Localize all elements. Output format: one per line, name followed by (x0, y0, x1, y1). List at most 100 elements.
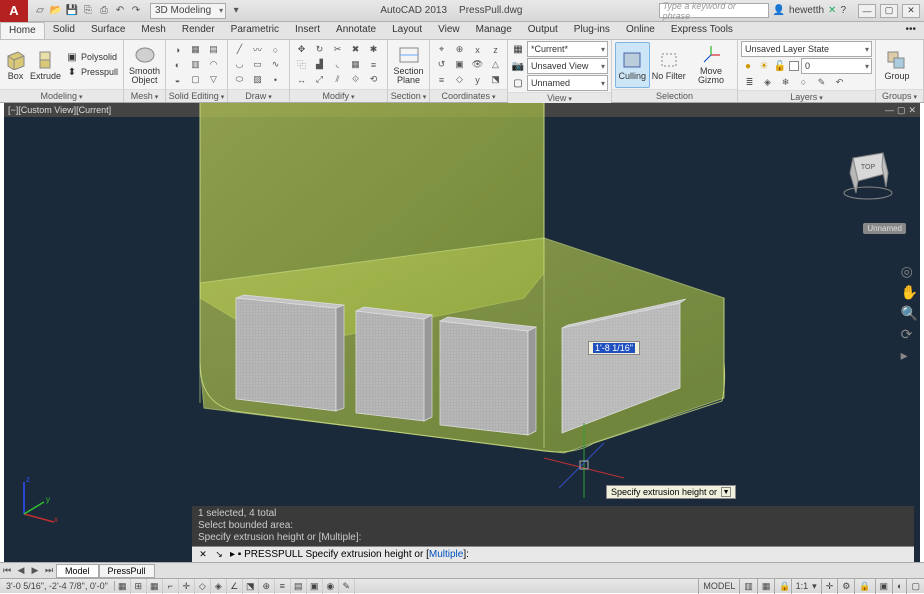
qat-redo-icon[interactable]: ↷ (128, 3, 144, 19)
sb-osnap-icon[interactable]: ◇ (195, 579, 211, 594)
nofilter-button[interactable]: No Filter (652, 42, 686, 88)
dynamic-input-value[interactable]: 1'-8 1/16" (593, 343, 635, 353)
sb-clean-icon[interactable]: ▢ (906, 579, 924, 594)
tab-render[interactable]: Render (174, 22, 223, 39)
viewport[interactable]: [−][Custom View][Current] — ▢ ✕ (4, 103, 920, 562)
layer-color-swatch[interactable] (789, 61, 799, 71)
tab-prev-icon[interactable]: ◀ (14, 565, 28, 576)
ellipse-icon[interactable]: ⬭ (231, 73, 248, 87)
sb-am-icon[interactable]: ✎ (339, 579, 355, 594)
panel-section-title[interactable]: Section (391, 91, 427, 101)
spline-icon[interactable]: ∿ (267, 58, 284, 72)
ucs-3p-icon[interactable]: △ (487, 58, 504, 72)
sb-qp-icon[interactable]: ▣ (307, 579, 323, 594)
command-line[interactable]: ✕ ↘ ▸ ▪ PRESSPULL Specify extrusion heig… (192, 546, 914, 562)
zoom-icon[interactable]: 🔍 (901, 305, 918, 322)
arc-icon[interactable]: ◡ (231, 58, 248, 72)
sb-tpy-icon[interactable]: ▤ (291, 579, 307, 594)
rectangle-icon[interactable]: ▭ (249, 58, 266, 72)
tab-manage[interactable]: Manage (468, 22, 520, 39)
tab-home[interactable]: Home (0, 22, 45, 39)
ucs-y-icon[interactable]: y (469, 73, 486, 87)
stretch-icon[interactable]: ↔ (293, 73, 310, 87)
panel-layers-title[interactable]: Layers (790, 92, 822, 102)
showmotion-icon[interactable]: ▸ (901, 347, 918, 364)
move-icon[interactable]: ✥ (293, 43, 310, 57)
laymatch-icon[interactable]: ✎ (813, 75, 830, 89)
extract-edges-icon[interactable]: ▦ (187, 43, 204, 57)
ucs-named-icon[interactable]: ≡ (433, 73, 450, 87)
tab-search-icon[interactable]: ••• (897, 22, 924, 39)
panel-view-title[interactable]: View (547, 93, 572, 103)
tab-parametric[interactable]: Parametric (223, 22, 287, 39)
panel-draw-title[interactable]: Draw (245, 91, 271, 101)
layer-combo[interactable]: 0 (801, 58, 872, 74)
panel-solidediting-title[interactable]: Solid Editing (169, 91, 225, 101)
tab-last-icon[interactable]: ⏭ (42, 565, 56, 576)
sb-dyn-icon[interactable]: ⊕ (259, 579, 275, 594)
circle-icon[interactable]: ○ (267, 43, 284, 57)
scale-icon[interactable]: ⤢ (311, 73, 328, 87)
presspull-button[interactable]: ⬍Presspull (63, 65, 120, 79)
sb-model-button[interactable]: MODEL (698, 579, 739, 594)
copy-icon[interactable]: ⿻ (293, 58, 310, 72)
signin-icon[interactable]: 👤 (773, 5, 785, 16)
dynamic-input[interactable]: 1'-8 1/16" (588, 341, 640, 355)
union-icon[interactable]: ◑ (169, 43, 186, 57)
ucs-prev-icon[interactable]: ↺ (433, 58, 450, 72)
culling-button[interactable]: Culling (615, 42, 650, 88)
layout-tab[interactable]: PressPull (99, 564, 155, 578)
layiso-icon[interactable]: ◈ (759, 75, 776, 89)
model-canvas[interactable] (4, 103, 920, 543)
explode-icon[interactable]: ✱ (365, 43, 382, 57)
help-icon[interactable]: ? (840, 5, 846, 16)
qat-undo-icon[interactable]: ↶ (112, 3, 128, 19)
point-icon[interactable]: • (267, 73, 284, 87)
viewcube[interactable]: TOP (838, 143, 898, 203)
line-icon[interactable]: ╱ (231, 43, 248, 57)
search-input[interactable]: Type a keyword or phrase (659, 3, 769, 18)
offset-icon[interactable]: ⫽ (329, 73, 346, 87)
gizmo-button[interactable]: Move Gizmo (688, 42, 734, 88)
tab-first-icon[interactable]: ⏮ (0, 565, 14, 576)
sb-ortho-icon[interactable]: ⌐ (163, 579, 179, 594)
3dalign-icon[interactable]: ⟐ (347, 73, 364, 87)
qat-save-icon[interactable]: 💾 (64, 3, 80, 19)
view-unsaved-combo[interactable]: Unsaved View (527, 58, 608, 74)
sb-lwt-icon[interactable]: ≡ (275, 579, 291, 594)
tab-next-icon[interactable]: ▶ (28, 565, 42, 576)
tab-output[interactable]: Output (520, 22, 566, 39)
sb-qv-icon[interactable]: ▦ (757, 579, 775, 594)
sb-layout-icon[interactable]: ▥ (739, 579, 757, 594)
bulb-icon[interactable]: ● (741, 59, 755, 73)
tab-layout[interactable]: Layout (384, 22, 430, 39)
taper-face-icon[interactable]: ▽ (205, 73, 222, 87)
app-menu-button[interactable]: A (0, 0, 28, 22)
qat-new-icon[interactable]: ▱ (32, 3, 48, 19)
layprop-icon[interactable]: ≣ (741, 75, 758, 89)
tab-insert[interactable]: Insert (287, 22, 328, 39)
sb-polar-icon[interactable]: ✛ (179, 579, 195, 594)
ucs-z-icon[interactable]: z (487, 43, 504, 57)
panel-coordinates-title[interactable]: Coordinates (442, 91, 496, 101)
hatch-icon[interactable]: ▨ (249, 73, 266, 87)
mirror-icon[interactable]: ▟ (311, 58, 328, 72)
shell-icon[interactable]: ▢ (187, 73, 204, 87)
panel-groups-title[interactable]: Groups (882, 91, 917, 101)
polyline-icon[interactable]: 〰 (249, 43, 266, 57)
sb-grid-icon[interactable]: ▦ (147, 579, 163, 594)
fillet-edge-icon[interactable]: ◠ (205, 58, 222, 72)
qat-dropdown-icon[interactable]: ▾ (228, 3, 244, 19)
layoff-icon[interactable]: ○ (795, 75, 812, 89)
box-button[interactable]: Box (3, 42, 28, 88)
sb-ducs-icon[interactable]: ⬔ (243, 579, 259, 594)
cmd-close-icon[interactable]: ✕ (196, 548, 210, 562)
sb-ws-icon[interactable]: ⚙ (837, 579, 854, 594)
ucs-origin-icon[interactable]: ⊕ (451, 43, 468, 57)
cmd-option[interactable]: Multiple (429, 549, 463, 560)
erase-icon[interactable]: ✖ (347, 43, 364, 57)
lock-icon[interactable]: 🔓 (773, 59, 787, 73)
tab-plugins[interactable]: Plug-ins (566, 22, 618, 39)
tab-view[interactable]: View (430, 22, 468, 39)
sb-iso-icon[interactable]: ◐ (892, 579, 906, 594)
